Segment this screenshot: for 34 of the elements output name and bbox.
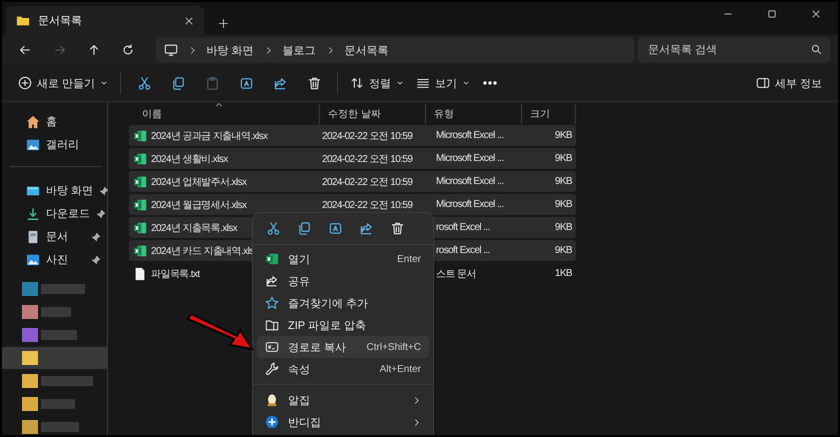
- sidebar-label: 바탕 화면: [46, 184, 94, 198]
- shortcut-text: Enter: [397, 254, 421, 264]
- menu-item-label: ZIP 파일로 압축: [288, 318, 368, 332]
- file-size: 9KB: [554, 153, 572, 164]
- menu-item-label: 반디집: [288, 416, 322, 430]
- file-date: 2024-02-22 오전 10:59: [322, 176, 412, 188]
- file-type: rosoft Excel ...: [436, 222, 490, 233]
- file-type: Microsoft Excel ...: [436, 199, 504, 210]
- file-size: 1KB: [554, 268, 572, 279]
- file-size: 9KB: [554, 130, 572, 141]
- file-type: Microsoft Excel ...: [436, 176, 504, 187]
- file-date: 2024-02-22 오전 10:59: [322, 130, 412, 142]
- menu-item-label: 즐겨찾기에 추가: [288, 296, 370, 310]
- menu-item-label: 열기: [288, 252, 311, 266]
- menu-item-label: 속성: [288, 362, 311, 376]
- file-size: 9KB: [554, 222, 572, 233]
- file-size: 9KB: [554, 245, 572, 256]
- file-date: 2024-02-22 오전 10:59: [322, 198, 412, 212]
- sidebar-label: 문서: [46, 230, 69, 244]
- sidebar-label: 다운로드: [46, 207, 90, 221]
- file-type: Microsoft Excel ...: [436, 130, 504, 141]
- file-size: 9KB: [554, 199, 572, 210]
- menu-item-label: 공유: [288, 274, 311, 288]
- file-type: Microsoft Excel ...: [436, 153, 504, 164]
- sidebar-label: 사진: [46, 253, 69, 267]
- file-date: 2024-02-22 오전 10:59: [322, 152, 412, 166]
- tab-title: 문서목록: [38, 14, 83, 28]
- menu-item-label: 알집: [288, 394, 311, 408]
- shortcut-text: Alt+Enter: [380, 364, 421, 374]
- menu-item-label: 경로로 복사: [288, 340, 348, 354]
- file-size: 9KB: [554, 176, 572, 187]
- file-type: 스트 문서: [436, 268, 476, 280]
- shortcut-text: Ctrl+Shift+C: [366, 342, 421, 352]
- file-type: rosoft Excel ...: [436, 245, 490, 256]
